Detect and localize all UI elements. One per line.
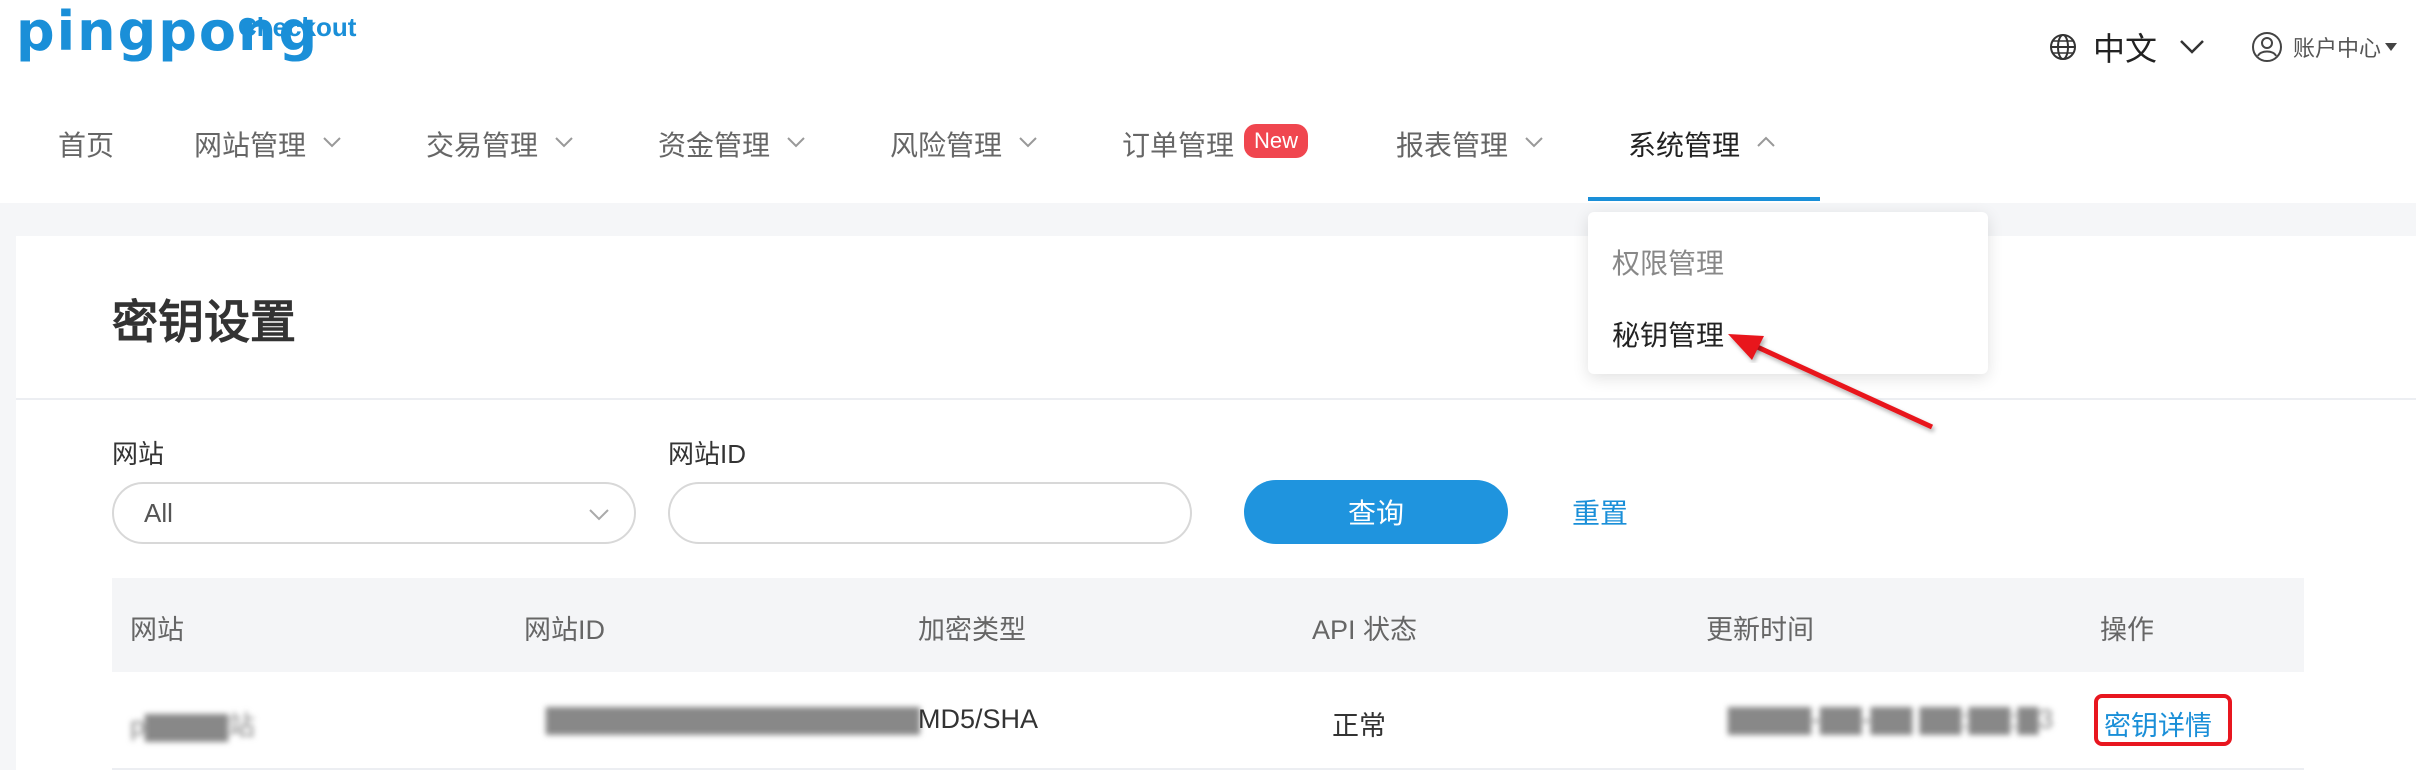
- caret-down-icon: [2385, 43, 2397, 51]
- nav-item-label: 报表管理: [1396, 130, 1509, 161]
- site-select[interactable]: All: [112, 482, 636, 544]
- query-button[interactable]: 查询: [1244, 480, 1508, 544]
- nav-item-label: 订单管理: [1122, 130, 1235, 161]
- menu-item-permissions[interactable]: 权限管理: [1612, 242, 1724, 282]
- nav-item-transaction-management[interactable]: 交易管理: [426, 110, 574, 202]
- chevron-down-icon: [323, 137, 341, 148]
- table-header: 网站 网站ID 加密类型 API 状态 更新时间 操作: [112, 578, 2304, 672]
- nav-item-report-management[interactable]: 报表管理: [1396, 110, 1544, 202]
- main-nav: 首页 网站管理 交易管理 资金管理 风险管理 订单管理 New 报表管理 系统管…: [0, 110, 2000, 202]
- nav-item-label: 首页: [58, 130, 115, 161]
- column-header-action: 操作: [2100, 615, 2154, 645]
- cell-api-status: 正常: [1332, 711, 1386, 741]
- language-switcher[interactable]: 中文: [2049, 24, 2205, 70]
- cell-site: p▇▇▇▇站: [130, 711, 256, 741]
- key-settings-card: 密钥设置 网站 网站ID All 查询 重置 网站 网站ID 加密类型 API …: [16, 236, 2416, 770]
- key-details-link[interactable]: 密钥详情: [2104, 704, 2212, 743]
- nav-item-site-management[interactable]: 网站管理: [194, 110, 342, 202]
- menu-item-key-management[interactable]: 秘钥管理: [1612, 314, 1724, 354]
- cell-site-id: ▇▇▇▇▇▇▇▇▇▇▇▇▇▇▇▇▇▇: [546, 704, 920, 734]
- nav-item-system-management[interactable]: 系统管理: [1628, 110, 1776, 202]
- reset-button[interactable]: 重置: [1572, 492, 1628, 532]
- chevron-down-icon: [1525, 137, 1543, 148]
- nav-item-fund-management[interactable]: 资金管理: [658, 110, 806, 202]
- globe-icon: [2049, 34, 2076, 60]
- new-badge: New: [1244, 124, 1309, 158]
- site-id-filter-label: 网站ID: [668, 439, 747, 469]
- top-header: pingpong Checkout 中文 账户中心 首页 网站管理 交易管理 资…: [0, 0, 2416, 203]
- chevron-up-icon: [1757, 136, 1775, 147]
- cell-encryption: MD5/SHA: [918, 704, 1039, 734]
- cell-updated: ▇▇▇▇-▇▇-▇▇ ▇▇:▇▇:▇3: [1728, 704, 2054, 734]
- table-row: p▇▇▇▇站 ▇▇▇▇▇▇▇▇▇▇▇▇▇▇▇▇▇▇ MD5/SHA 正常 ▇▇▇…: [112, 672, 2304, 770]
- column-header-site: 网站: [130, 615, 184, 645]
- page-title: 密钥设置: [112, 296, 296, 348]
- logo-subtitle: Checkout: [238, 12, 357, 42]
- nav-item-risk-management[interactable]: 风险管理: [890, 110, 1038, 202]
- column-header-updated: 更新时间: [1706, 615, 1814, 645]
- active-tab-indicator: [1588, 197, 1820, 201]
- column-header-encryption: 加密类型: [918, 615, 1026, 645]
- nav-item-order-management[interactable]: 订单管理 New: [1122, 110, 1309, 202]
- language-label: 中文: [2092, 31, 2157, 67]
- site-filter-label: 网站: [112, 439, 165, 469]
- header-actions: 中文 账户中心: [2049, 24, 2398, 70]
- chevron-down-icon: [1019, 137, 1037, 148]
- site-select-value: All: [144, 497, 173, 528]
- chevron-down-icon: [555, 137, 573, 148]
- column-header-site-id: 网站ID: [524, 615, 605, 645]
- nav-item-label: 网站管理: [194, 130, 307, 161]
- nav-item-label: 资金管理: [658, 130, 771, 161]
- account-menu[interactable]: 账户中心: [2251, 31, 2398, 63]
- account-label: 账户中心: [2292, 36, 2381, 61]
- divider: [16, 398, 2416, 400]
- nav-item-label: 交易管理: [426, 130, 539, 161]
- nav-item-home[interactable]: 首页: [58, 110, 114, 202]
- chevron-down-icon: [2180, 40, 2204, 54]
- site-id-input[interactable]: [668, 482, 1192, 544]
- nav-item-label: 系统管理: [1628, 130, 1741, 161]
- chevron-down-icon: [787, 137, 805, 148]
- column-header-api-status: API 状态: [1312, 615, 1418, 645]
- system-management-dropdown: 权限管理 秘钥管理: [1588, 212, 1988, 374]
- user-icon: [2251, 32, 2282, 62]
- nav-item-label: 风险管理: [890, 130, 1003, 161]
- chevron-down-icon: [589, 509, 609, 521]
